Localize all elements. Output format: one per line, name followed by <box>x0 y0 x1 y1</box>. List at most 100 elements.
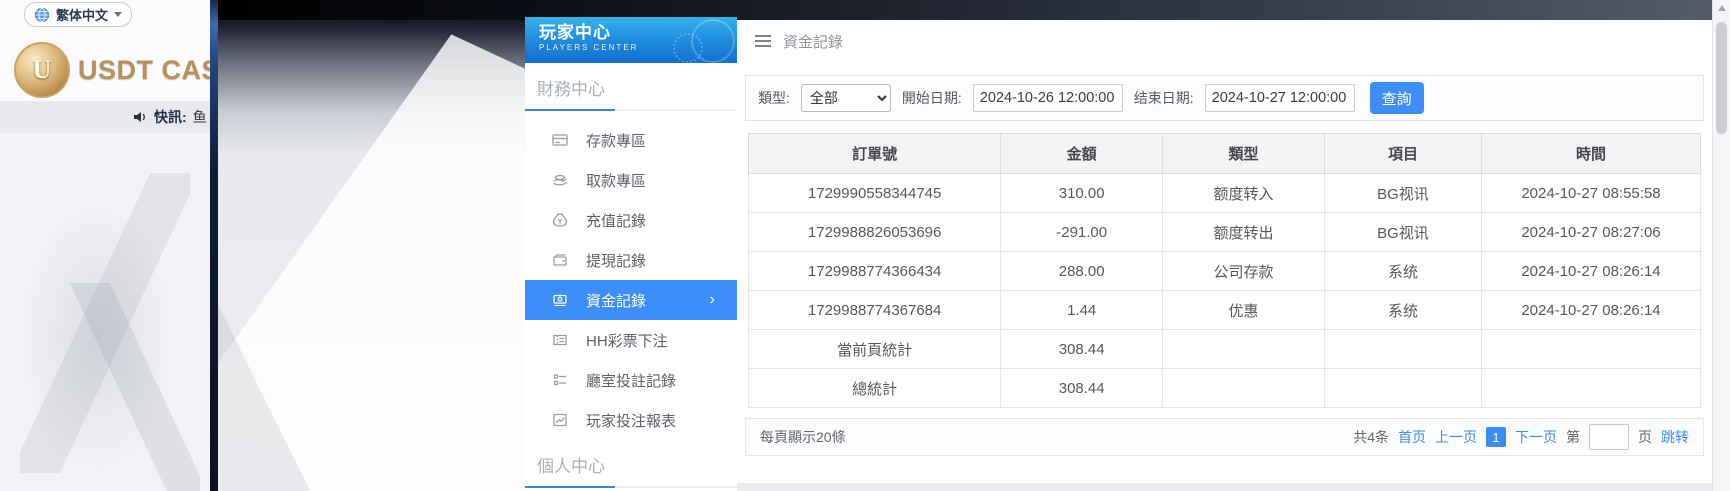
sidebar-item-deposit-card[interactable]: 存款專區 <box>525 120 737 160</box>
deposit-card-icon <box>551 131 569 149</box>
end-date-input[interactable] <box>1204 84 1355 112</box>
withdraw-hand-icon <box>551 171 569 189</box>
table-cell <box>1162 329 1325 369</box>
table-cell <box>1323 329 1483 369</box>
table-cell: 2024-10-27 08:27:06 <box>1481 212 1701 252</box>
top-dark-band <box>218 0 1712 20</box>
table-cell: -291.00 <box>1000 212 1164 252</box>
table-row: 1729990558344745 310.00 额度转入 BG视讯 2024-10-27… <box>747 173 1701 213</box>
table-cell <box>1323 368 1483 408</box>
chevron-right-icon: › <box>709 291 715 308</box>
lottery-ticket-icon <box>551 331 569 349</box>
sidebar-item-label: 充值記錄 <box>586 212 647 230</box>
jump-page-input[interactable] <box>1589 424 1629 450</box>
statue-watermark <box>0 133 210 491</box>
current-page-badge: 1 <box>1486 427 1506 447</box>
recharge-moneybag-icon <box>551 211 569 229</box>
table-cell <box>1162 368 1325 408</box>
chevron-down-icon <box>114 12 123 17</box>
speaker-icon <box>132 109 148 125</box>
table-cell: BG视讯 <box>1323 212 1483 252</box>
main-content-panel: 資金記錄 類型: 全部 開始日期: 结束日期: 查詢 訂單號金額類型項目時間 1… <box>737 20 1712 483</box>
sidebar-item-label: 取款專區 <box>586 172 647 190</box>
table-cell: 2024-10-27 08:55:58 <box>1481 173 1701 213</box>
background-image-strip <box>218 0 525 491</box>
section-title-personal: 個人中心 <box>537 457 605 476</box>
jump-label-post: 页 <box>1638 429 1652 445</box>
pagination-controls: 共4条 首页 上一页 1 下一页 第 页 跳转 <box>1353 424 1689 450</box>
column-header: 項目 <box>1323 133 1483 174</box>
table-cell: 308.44 <box>1000 368 1164 408</box>
table-cell: 2024-10-27 08:26:14 <box>1481 290 1701 330</box>
table-cell <box>1481 368 1701 408</box>
table-cell: 系统 <box>1323 251 1483 291</box>
sidebar-item-recharge-moneybag[interactable]: 充值記錄 <box>525 200 737 240</box>
start-date-input[interactable] <box>972 84 1123 112</box>
table-cell: 308.44 <box>1000 329 1164 369</box>
table-cell: 系统 <box>1323 290 1483 330</box>
sidebar-item-report-chart[interactable]: 玩家投注報表 <box>525 400 737 440</box>
table-row: 1729988774367684 1.44 优惠 系统 2024-10-27 08:26… <box>747 290 1701 330</box>
search-button[interactable]: 查詢 <box>1369 82 1424 114</box>
table-cell: 额度转入 <box>1162 173 1325 213</box>
sidebar-item-withdraw-hand[interactable]: 取款專區 <box>525 160 737 200</box>
next-page-link[interactable]: 下一页 <box>1515 427 1557 447</box>
sidebar-item-withdrawal-wallet[interactable]: 提現記錄 <box>525 240 737 280</box>
table-cell: 1729988774366434 <box>747 251 1002 291</box>
column-header: 金額 <box>1000 133 1164 174</box>
withdrawal-wallet-icon <box>551 251 569 269</box>
site-header-left-area: 繁体中文 U USDT CASINO 快訊: 鱼 <box>0 0 210 491</box>
language-selector[interactable]: 繁体中文 <box>24 2 133 27</box>
table-row: 總統計 308.44 <box>747 368 1701 408</box>
type-filter-label: 類型: <box>758 90 790 106</box>
sidebar-item-label: 存款專區 <box>586 132 647 150</box>
type-filter-select[interactable]: 全部 <box>800 84 891 112</box>
table-cell <box>1481 329 1701 369</box>
column-header: 訂單號 <box>747 133 1002 174</box>
pagination-bar: 每頁顯示20條 共4条 首页 上一页 1 下一页 第 页 跳转 <box>745 418 1704 456</box>
sidebar-item-lottery-ticket[interactable]: HH彩票下注 <box>525 320 737 360</box>
sidebar-item-label: 玩家投注報表 <box>586 412 677 430</box>
menu-toggle-icon[interactable] <box>755 35 771 47</box>
page-background: 繁体中文 U USDT CASINO 快訊: 鱼 玩家中心 PLAYERS CE… <box>0 0 1730 491</box>
table-cell: 1729988826053696 <box>747 212 1002 252</box>
jump-label-pre: 第 <box>1566 429 1580 445</box>
content-topbar: 資金記錄 <box>737 20 1712 62</box>
table-cell: 總統計 <box>747 368 1002 408</box>
page-size-text: 每頁顯示20條 <box>760 429 846 445</box>
table-cell: 310.00 <box>1000 173 1164 213</box>
language-label: 繁体中文 <box>56 8 109 23</box>
end-date-label: 结束日期: <box>1133 90 1194 106</box>
sidebar-item-label: HH彩票下注 <box>586 332 668 350</box>
sidebar-item-label: 廳室投註記錄 <box>586 372 677 390</box>
table-cell: 公司存款 <box>1162 251 1325 291</box>
start-date-label: 開始日期: <box>901 90 962 106</box>
scrollbar-up-arrow-icon[interactable] <box>1718 5 1726 11</box>
sidebar-item-hall-record[interactable]: 廳室投註記錄 <box>525 360 737 400</box>
funds-table: 訂單號 金額 類型 項目 時間 1729990558344745 310.00 额度转入 BG… <box>747 133 1701 408</box>
table-row: 1729988826053696 -291.00 额度转出 BG视讯 2024-10-2… <box>747 212 1701 252</box>
table-cell: 288.00 <box>1000 251 1164 291</box>
sidebar-menu: 存款專區取款專區充值記錄提現記錄 資金記錄 › HH彩票下注 廳室投註記錄 玩家投注報表 <box>525 120 737 440</box>
table-cell: 2024-10-27 08:26:14 <box>1481 251 1701 291</box>
header-decoration-circle <box>673 33 703 63</box>
column-header: 類型 <box>1162 133 1325 174</box>
table-cell: 1729990558344745 <box>747 173 1002 213</box>
funds-table-wrap: 訂單號 金額 類型 項目 時間 1729990558344745 310.00 额度转入 BG… <box>747 133 1701 408</box>
news-label: 快訊: <box>154 109 187 125</box>
logo-letter: U <box>32 55 52 84</box>
jump-button[interactable]: 跳转 <box>1661 427 1689 447</box>
scrollbar[interactable] <box>1712 0 1730 491</box>
table-body: 1729990558344745 310.00 额度转入 BG视讯 2024-10-27… <box>747 173 1701 408</box>
scrollbar-thumb[interactable] <box>1716 22 1727 134</box>
news-marquee-bar: 快訊: 鱼 <box>0 101 210 133</box>
table-row: 當前頁統計 308.44 <box>747 329 1701 369</box>
sidebar-item-funds-record[interactable]: 資金記錄 › <box>525 280 737 320</box>
news-ticker-text: 鱼 <box>192 109 207 125</box>
brand-logo: U USDT CASINO <box>14 42 210 98</box>
report-chart-icon <box>551 411 569 429</box>
table-header-row: 訂單號 金額 類型 項目 時間 <box>747 133 1701 174</box>
first-page-link[interactable]: 首页 <box>1398 427 1426 447</box>
prev-page-link[interactable]: 上一页 <box>1435 427 1477 447</box>
section-divider <box>525 486 737 488</box>
